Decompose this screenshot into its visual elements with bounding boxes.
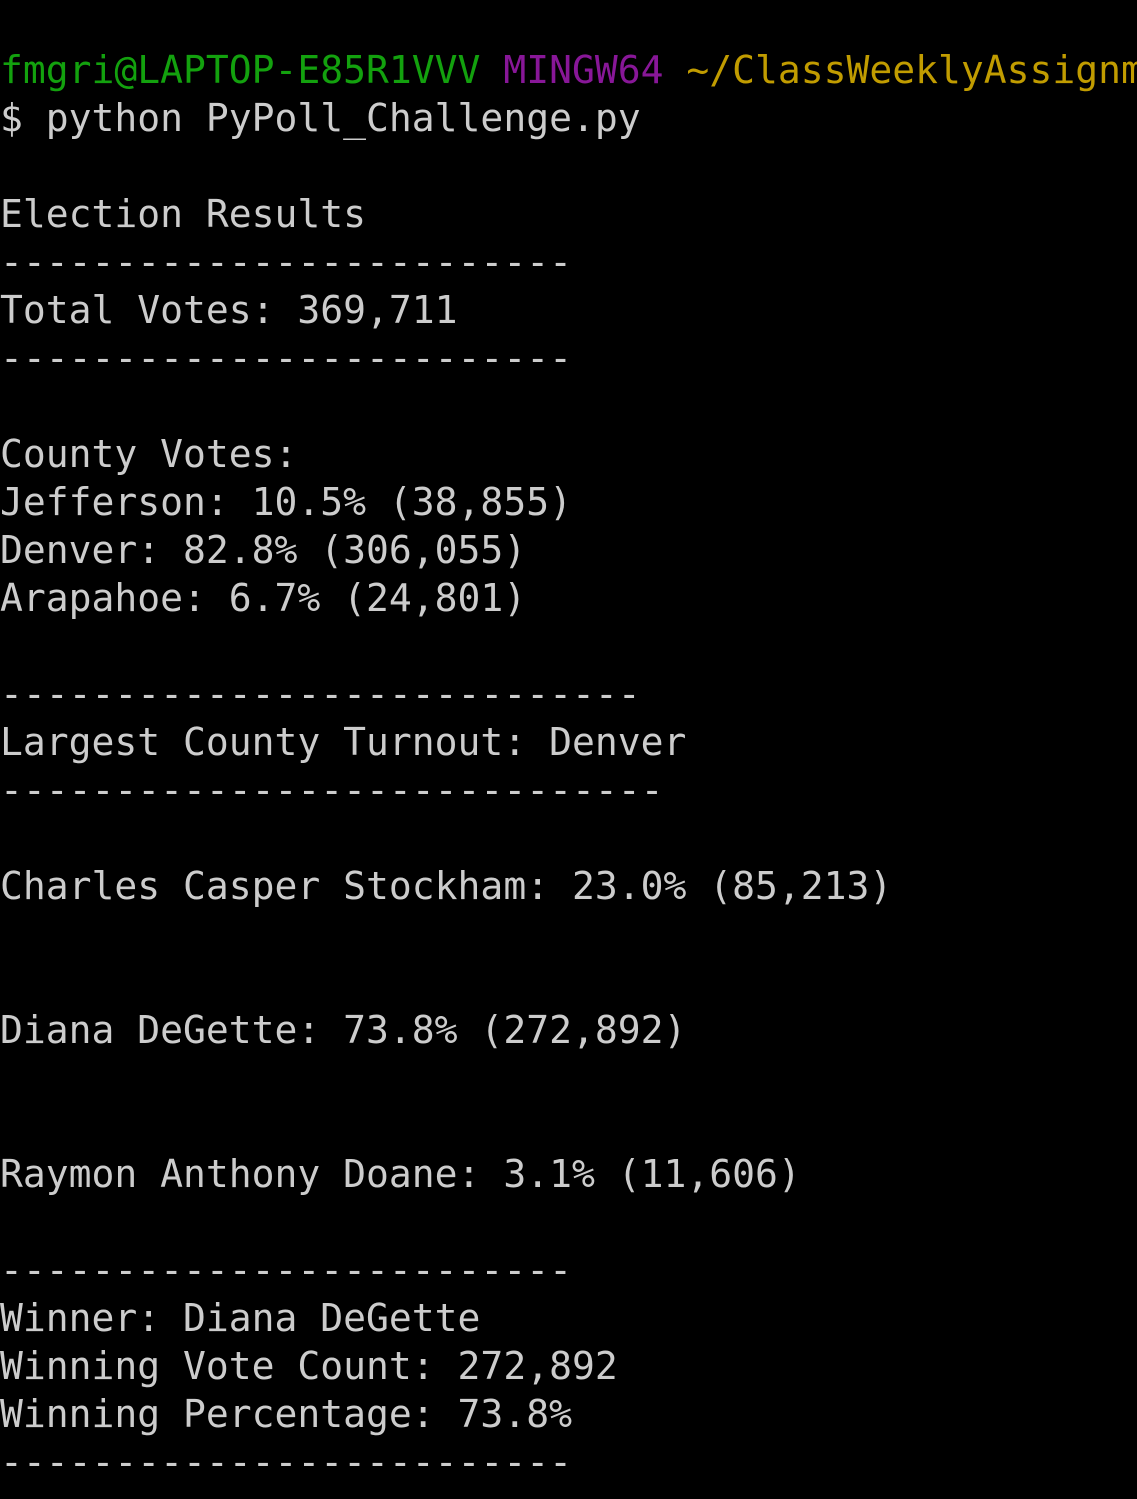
- divider: ----------------------------: [0, 672, 641, 716]
- terminal-window[interactable]: fmgri@LAPTOP-E85R1VVV MINGW64 ~/ClassWee…: [0, 0, 1137, 1499]
- county-line-arapahoe: Arapahoe: 6.7% (24,801): [0, 576, 527, 620]
- divider: -------------------------: [0, 1440, 572, 1484]
- winner-line: Winner: Diana DeGette: [0, 1296, 481, 1340]
- divider: -----------------------------: [0, 768, 664, 812]
- prompt-environment: MINGW64: [503, 48, 664, 92]
- winning-vote-count-line: Winning Vote Count: 272,892: [0, 1344, 618, 1388]
- divider: -------------------------: [0, 240, 572, 284]
- county-votes-heading: County Votes:: [0, 432, 298, 476]
- total-votes-line: Total Votes: 369,711: [0, 288, 458, 332]
- output-heading: Election Results: [0, 192, 367, 236]
- candidate-line-doane: Raymon Anthony Doane: 3.1% (11,606): [0, 1152, 801, 1196]
- county-line-jefferson: Jefferson: 10.5% (38,855): [0, 480, 572, 524]
- divider: -------------------------: [0, 336, 572, 380]
- divider: -------------------------: [0, 1248, 572, 1292]
- county-line-denver: Denver: 82.8% (306,055): [0, 528, 527, 572]
- prompt-path: ~/ClassWeeklyAssignm: [686, 48, 1137, 92]
- winning-percentage-line: Winning Percentage: 73.8%: [0, 1392, 572, 1436]
- largest-county-line: Largest County Turnout: Denver: [0, 720, 687, 764]
- prompt-line: fmgri@LAPTOP-E85R1VVV MINGW64 ~/ClassWee…: [0, 46, 1137, 94]
- candidate-line-degette: Diana DeGette: 73.8% (272,892): [0, 1008, 687, 1052]
- prompt-user-host: fmgri@LAPTOP-E85R1VVV: [0, 48, 481, 92]
- candidate-line-stockham: Charles Casper Stockham: 23.0% (85,213): [0, 864, 893, 908]
- command-line: $ python PyPoll_Challenge.py: [0, 96, 641, 140]
